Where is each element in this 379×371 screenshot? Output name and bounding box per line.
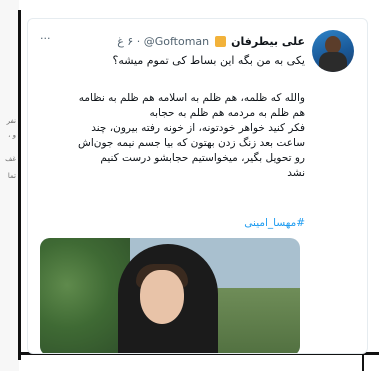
corner-divider — [362, 352, 364, 371]
tweet-line: نشد — [287, 167, 305, 179]
photo-trees — [40, 238, 130, 353]
left-panel: نفر و ، غف تما — [0, 0, 19, 371]
hashtag-link[interactable]: #مهسا_امینی — [244, 217, 305, 229]
left-text-fragment: نفر — [6, 117, 16, 125]
tweet-header: علی بیطرفان @Goftoman · ۶ غ — [117, 35, 305, 49]
avatar[interactable] — [312, 30, 354, 72]
left-text-fragment: غف — [5, 155, 16, 163]
tweet-line: هم ظلم به مردمه هم ظلم به حجابه — [149, 107, 305, 119]
avatar-body — [319, 52, 347, 72]
tweet-time[interactable]: ۶ غ — [117, 35, 133, 48]
tweet-media-photo[interactable] — [40, 238, 300, 353]
left-text-fragment: و ، — [8, 131, 16, 139]
tweet-line: والله که ظلمه، هم ظلم به اسلامه هم ظلم ب… — [78, 92, 305, 104]
tweet-line: فکر کنید خواهر خودتونه، از خونه رفته بیر… — [91, 122, 305, 134]
tweet-line: رو تحویل بگیر، میخواستیم حجابشو درست کنی… — [100, 152, 305, 164]
separator-dot: · — [136, 35, 141, 48]
left-text-fragment: تما — [7, 172, 16, 180]
tweet-card[interactable]: علی بیطرفان @Goftoman · ۶ غ ··· یکی به م… — [27, 18, 368, 354]
emoji-badge-icon — [214, 36, 226, 47]
photo-face — [140, 270, 184, 324]
user-handle[interactable]: @Goftoman — [144, 35, 209, 48]
more-dots-icon[interactable]: ··· — [40, 32, 51, 45]
tweet-line: ساعت بعد زنگ زدن بهتون که بیا جسم نیمه ج… — [78, 137, 305, 149]
vertical-divider — [18, 10, 21, 360]
display-name[interactable]: علی بیطرفان — [231, 35, 305, 48]
tweet-first-line: یکی به من بگه این بساط کی تموم میشه؟ — [112, 54, 305, 67]
tweet-body: والله که ظلمه، هم ظلم به اسلامه هم ظلم ب… — [43, 91, 305, 181]
